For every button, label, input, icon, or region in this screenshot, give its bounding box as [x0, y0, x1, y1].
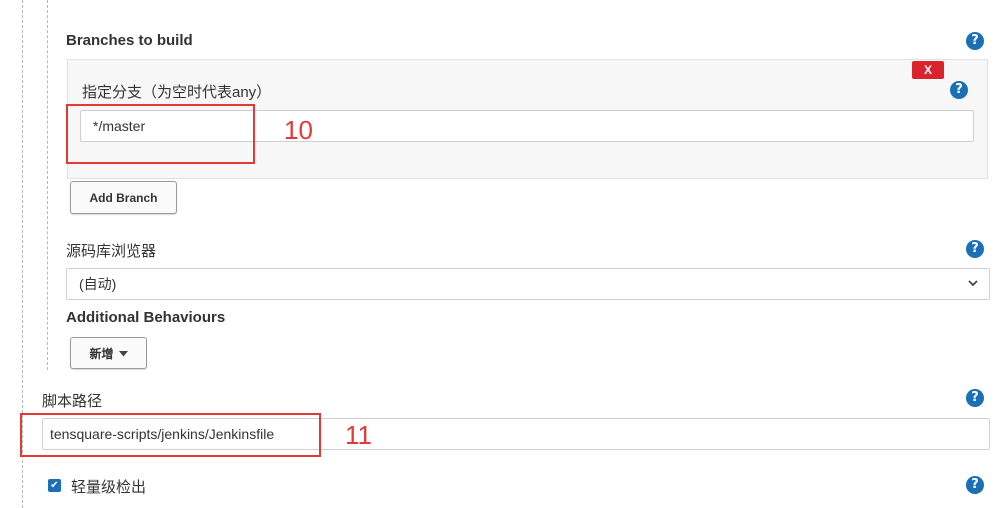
lightweight-checkbox[interactable]: ✔	[48, 479, 61, 492]
annotation-box-branch	[66, 104, 255, 164]
repo-browser-select[interactable]: (自动)	[66, 268, 990, 300]
annotation-number-branch: 10	[284, 115, 313, 145]
add-branch-button[interactable]: Add Branch	[70, 181, 177, 214]
repo-browser-selected-value: (自动)	[79, 276, 117, 292]
delete-branch-button[interactable]: X	[912, 61, 944, 79]
check-icon: ✔	[50, 480, 59, 491]
repo-browser-label: 源码库浏览器	[66, 243, 157, 260]
annotation-box-script-path	[20, 413, 321, 457]
caret-down-icon	[118, 346, 128, 360]
branches-section-title: Branches to build	[66, 32, 193, 49]
lightweight-help-icon[interactable]: ?	[966, 476, 984, 494]
lightweight-label: 轻量级检出	[71, 479, 147, 496]
branch-spec-label: 指定分支（为空时代表any）	[82, 84, 272, 101]
branches-help-icon[interactable]: ?	[966, 32, 984, 50]
branch-spec-help-icon[interactable]: ?	[950, 81, 968, 99]
annotation-number-script-path: 11	[345, 420, 372, 450]
behaviours-section-title: Additional Behaviours	[66, 309, 226, 326]
inner-guide-line	[47, 0, 48, 370]
script-path-help-icon[interactable]: ?	[966, 389, 984, 407]
add-behaviour-label: 新增	[89, 346, 114, 361]
script-path-label: 脚本路径	[42, 393, 103, 410]
chevron-down-icon	[967, 277, 979, 292]
add-behaviour-button[interactable]: 新增	[70, 337, 147, 369]
repo-browser-help-icon[interactable]: ?	[966, 240, 984, 258]
